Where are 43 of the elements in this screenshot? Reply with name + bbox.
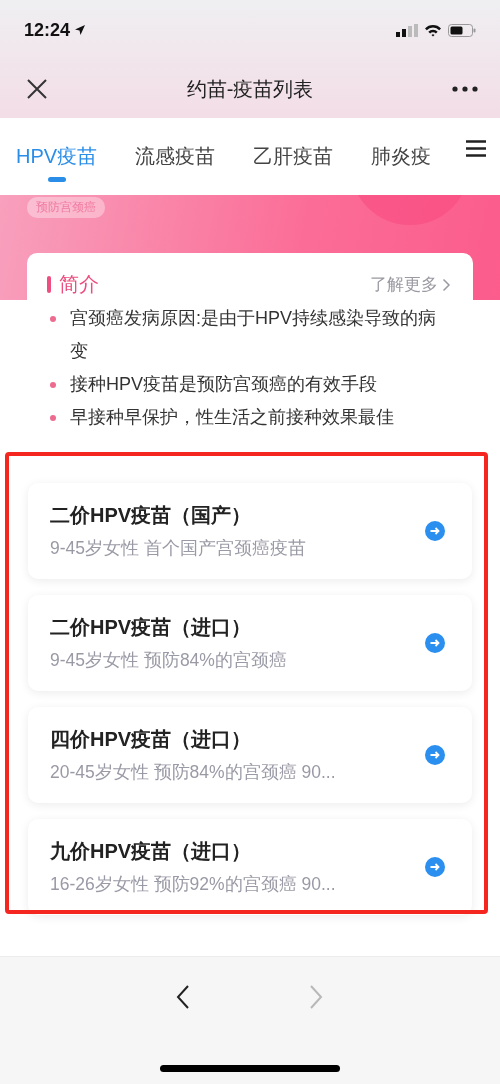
category-tab[interactable]: 肺炎疫	[371, 118, 432, 195]
battery-icon	[448, 23, 476, 37]
page-title: 约苗-疫苗列表	[186, 76, 314, 102]
category-tab[interactable]: 流感疫苗	[135, 118, 216, 195]
vaccine-description: 16-26岁女性 预防92%的宫颈癌 90...	[50, 873, 336, 896]
vaccine-card[interactable]: 二价HPV疫苗（进口） 9-45岁女性 预防84%的宫颈癌	[28, 595, 472, 691]
signal-icon	[396, 23, 418, 37]
arrow-circle-icon	[424, 856, 446, 878]
bullet-dot	[50, 316, 56, 322]
vaccine-name: 二价HPV疫苗（进口）	[50, 615, 253, 640]
status-time: 12:24	[24, 19, 71, 41]
close-icon	[26, 78, 48, 100]
location-arrow-icon	[74, 24, 87, 36]
vaccine-description: 9-45岁女性 首个国产宫颈癌疫苗	[50, 537, 306, 560]
bullet-dot	[50, 415, 56, 421]
forward-chevron-icon	[309, 984, 325, 1010]
menu-icon	[466, 140, 486, 157]
wifi-icon	[424, 23, 442, 37]
section-title: 简介	[59, 272, 99, 297]
intro-text: 早接种早保护，性生活之前接种效果最佳	[70, 406, 394, 429]
vaccine-description: 9-45岁女性 预防84%的宫颈癌	[50, 649, 287, 672]
arrow-circle-icon	[424, 520, 446, 542]
close-button[interactable]	[26, 78, 48, 100]
arrow-circle-icon	[424, 744, 446, 766]
arrow-circle-icon	[424, 632, 446, 654]
vaccine-name: 九价HPV疫苗（进口）	[50, 839, 253, 864]
more-button[interactable]	[452, 86, 478, 92]
back-button[interactable]	[175, 984, 191, 1010]
vaccine-card[interactable]: 二价HPV疫苗（国产） 9-45岁女性 首个国产宫颈癌疫苗	[28, 483, 472, 579]
menu-button[interactable]	[466, 140, 486, 157]
vaccine-card[interactable]: 九价HPV疫苗（进口） 16-26岁女性 预防92%的宫颈癌 90...	[28, 819, 472, 915]
vaccine-name: 二价HPV疫苗（国产）	[50, 503, 253, 528]
vaccine-card[interactable]: 四价HPV疫苗（进口） 20-45岁女性 预防84%的宫颈癌 90...	[28, 707, 472, 803]
vaccine-name: 四价HPV疫苗（进口）	[50, 727, 253, 752]
intro-text: 接种HPV疫苗是预防宫颈癌的有效手段	[70, 373, 377, 396]
chevron-icon	[442, 277, 451, 292]
back-chevron-icon	[175, 984, 191, 1010]
title-accent-bar	[47, 276, 51, 293]
bullet-dot	[50, 382, 56, 388]
vaccine-description: 20-45岁女性 预防84%的宫颈癌 90...	[50, 761, 336, 784]
category-tab[interactable]: 乙肝疫苗	[253, 118, 334, 195]
more-icon	[452, 86, 478, 92]
intro-text: 宫颈癌发病原因:是由于HPV持续感染导致的病变	[70, 307, 437, 363]
